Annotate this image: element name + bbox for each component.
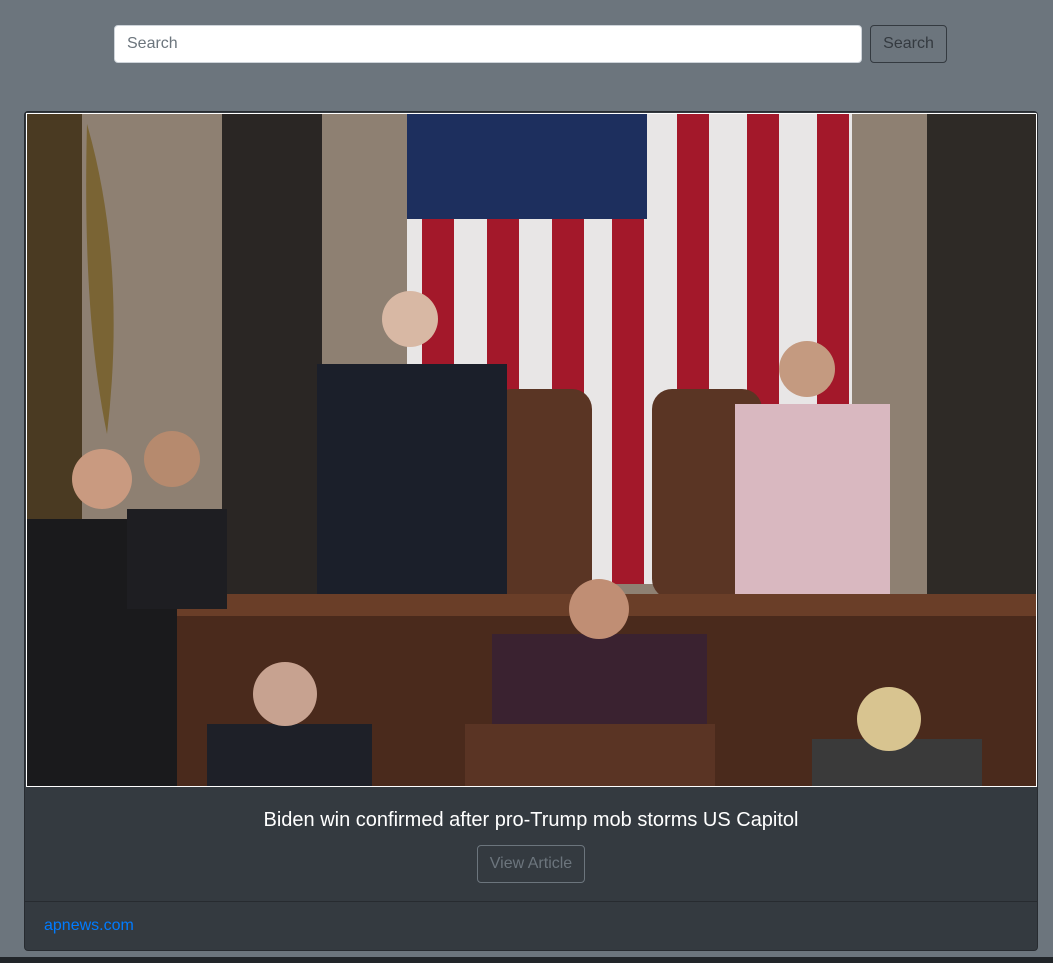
article-card: Biden win confirmed after pro-Trump mob … [24, 111, 1038, 951]
search-button[interactable]: Search [870, 25, 947, 63]
search-bar: Search [114, 25, 947, 63]
source-link[interactable]: apnews.com [44, 917, 134, 934]
article-photo [27, 114, 1036, 786]
view-article-button[interactable]: View Article [476, 845, 586, 883]
card-footer: apnews.com [25, 901, 1037, 950]
article-image[interactable] [26, 113, 1037, 787]
bottom-strip [0, 957, 1053, 963]
article-title: Biden win confirmed after pro-Trump mob … [263, 809, 799, 831]
search-input[interactable] [114, 25, 862, 63]
card-body: Biden win confirmed after pro-Trump mob … [25, 788, 1037, 901]
